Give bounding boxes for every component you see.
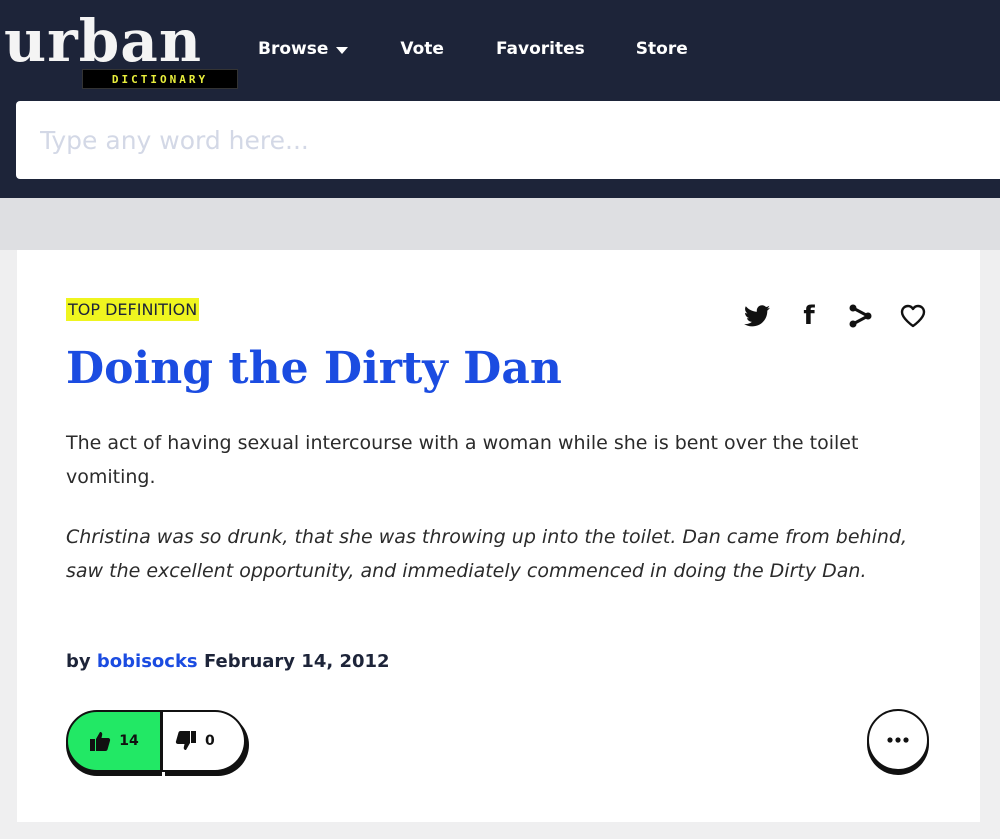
definition-date: February 14, 2012 <box>203 651 390 672</box>
chevron-down-icon <box>336 46 349 54</box>
downvote-count: 0 <box>205 733 215 749</box>
upvote-count: 14 <box>119 733 139 749</box>
search-input[interactable] <box>16 101 1000 179</box>
logo-tagline: DICTIONARY <box>82 69 238 89</box>
top-definition-badge: TOP DEFINITION <box>66 298 200 321</box>
author-link[interactable]: bobisocks <box>97 651 198 672</box>
nav-vote[interactable]: Vote <box>400 34 444 64</box>
upvote-button[interactable]: 14 <box>66 710 162 772</box>
main-nav: Browse Vote Favorites Store <box>258 34 688 64</box>
twitter-icon[interactable] <box>739 298 775 334</box>
heart-icon[interactable] <box>895 298 931 334</box>
nav-browse[interactable]: Browse <box>258 34 349 64</box>
definition-example: Christina was so drunk, that she was thr… <box>66 526 907 582</box>
more-dots-icon <box>887 737 909 743</box>
nav-vote-label: Vote <box>400 39 444 59</box>
nav-favorites[interactable]: Favorites <box>496 34 585 64</box>
definition-meaning: The act of having sexual intercourse wit… <box>66 432 859 488</box>
thumbs-down-icon <box>175 731 196 750</box>
logo[interactable]: urban DICTIONARY <box>4 6 238 89</box>
facebook-icon[interactable]: f <box>791 298 827 334</box>
vote-buttons: 14 0 <box>66 710 246 772</box>
nav-store[interactable]: Store <box>636 34 688 64</box>
more-options-button[interactable] <box>867 709 929 771</box>
nav-store-label: Store <box>635 39 688 59</box>
nav-browse-label: Browse <box>258 39 329 59</box>
nav-favorites-label: Favorites <box>495 39 585 59</box>
header-spacer-band <box>0 198 1000 250</box>
by-prefix: by <box>66 651 91 672</box>
downvote-button[interactable]: 0 <box>162 710 246 772</box>
logo-wordmark: urban <box>4 7 203 75</box>
site-header: urban DICTIONARY Browse Vote Favorites S… <box>0 0 1000 198</box>
contributor-line: by bobisocks February 14, 2012 <box>66 647 390 677</box>
thumbs-up-icon <box>90 732 111 751</box>
definition-card: TOP DEFINITION f Doing the Dirty Dan The… <box>17 250 980 822</box>
share-icons: f <box>739 298 931 334</box>
definition-word[interactable]: Doing the Dirty Dan <box>66 340 562 398</box>
share-icon[interactable] <box>843 298 879 334</box>
